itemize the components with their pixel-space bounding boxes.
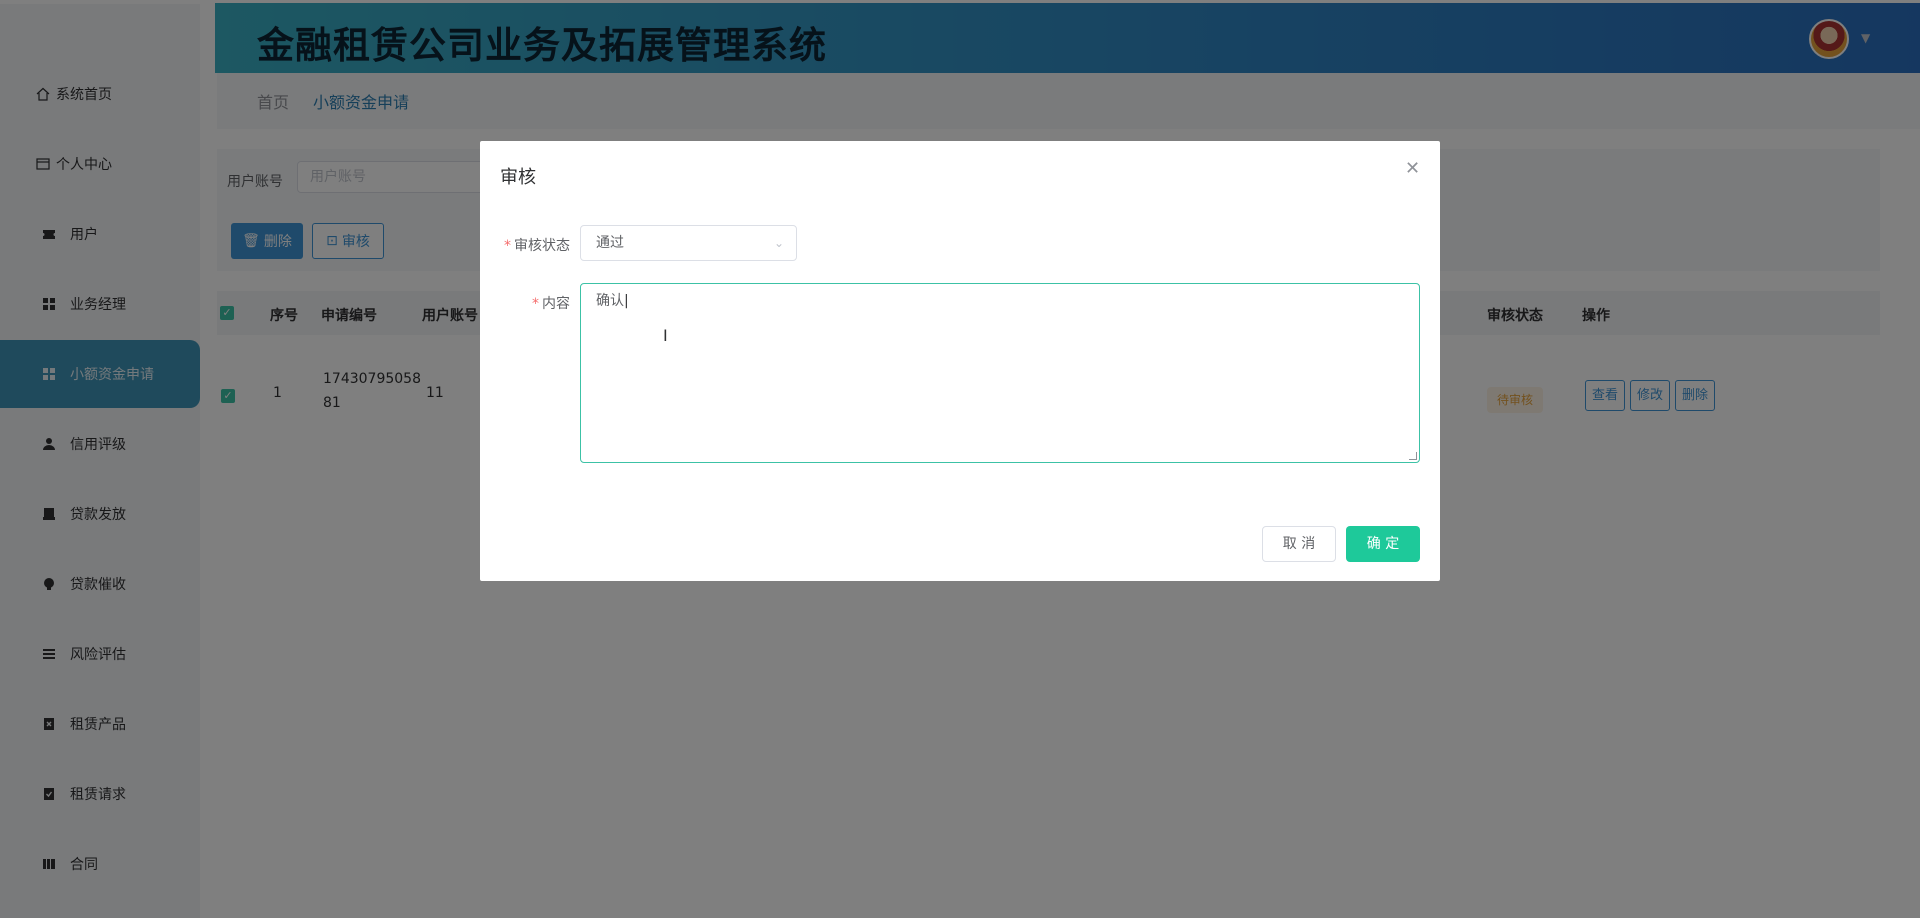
status-field-label: * 审核状态 (500, 235, 570, 255)
audit-status-value: 通过 (596, 235, 624, 251)
cancel-button[interactable]: 取 消 (1262, 526, 1336, 562)
chevron-down-icon: ⌄ (773, 236, 784, 250)
confirm-button[interactable]: 确 定 (1346, 526, 1420, 562)
audit-dialog: 审核 ✕ * 审核状态 通过 ⌄ * 内容 确认| I 取 消 确 定 (480, 141, 1440, 581)
content-text: 确认 (596, 293, 624, 309)
content-label-text: 内容 (542, 296, 570, 312)
required-asterisk: * (504, 238, 511, 254)
text-cursor-icon: I (663, 326, 668, 345)
required-asterisk: * (532, 296, 539, 312)
content-textarea[interactable]: 确认| (580, 283, 1420, 463)
dialog-title: 审核 (500, 167, 536, 188)
status-label-text: 审核状态 (514, 238, 570, 254)
resize-handle[interactable] (1409, 452, 1417, 460)
audit-status-select[interactable]: 通过 ⌄ (580, 225, 797, 261)
content-field-label: * 内容 (500, 293, 570, 313)
close-icon[interactable]: ✕ (1405, 158, 1420, 179)
